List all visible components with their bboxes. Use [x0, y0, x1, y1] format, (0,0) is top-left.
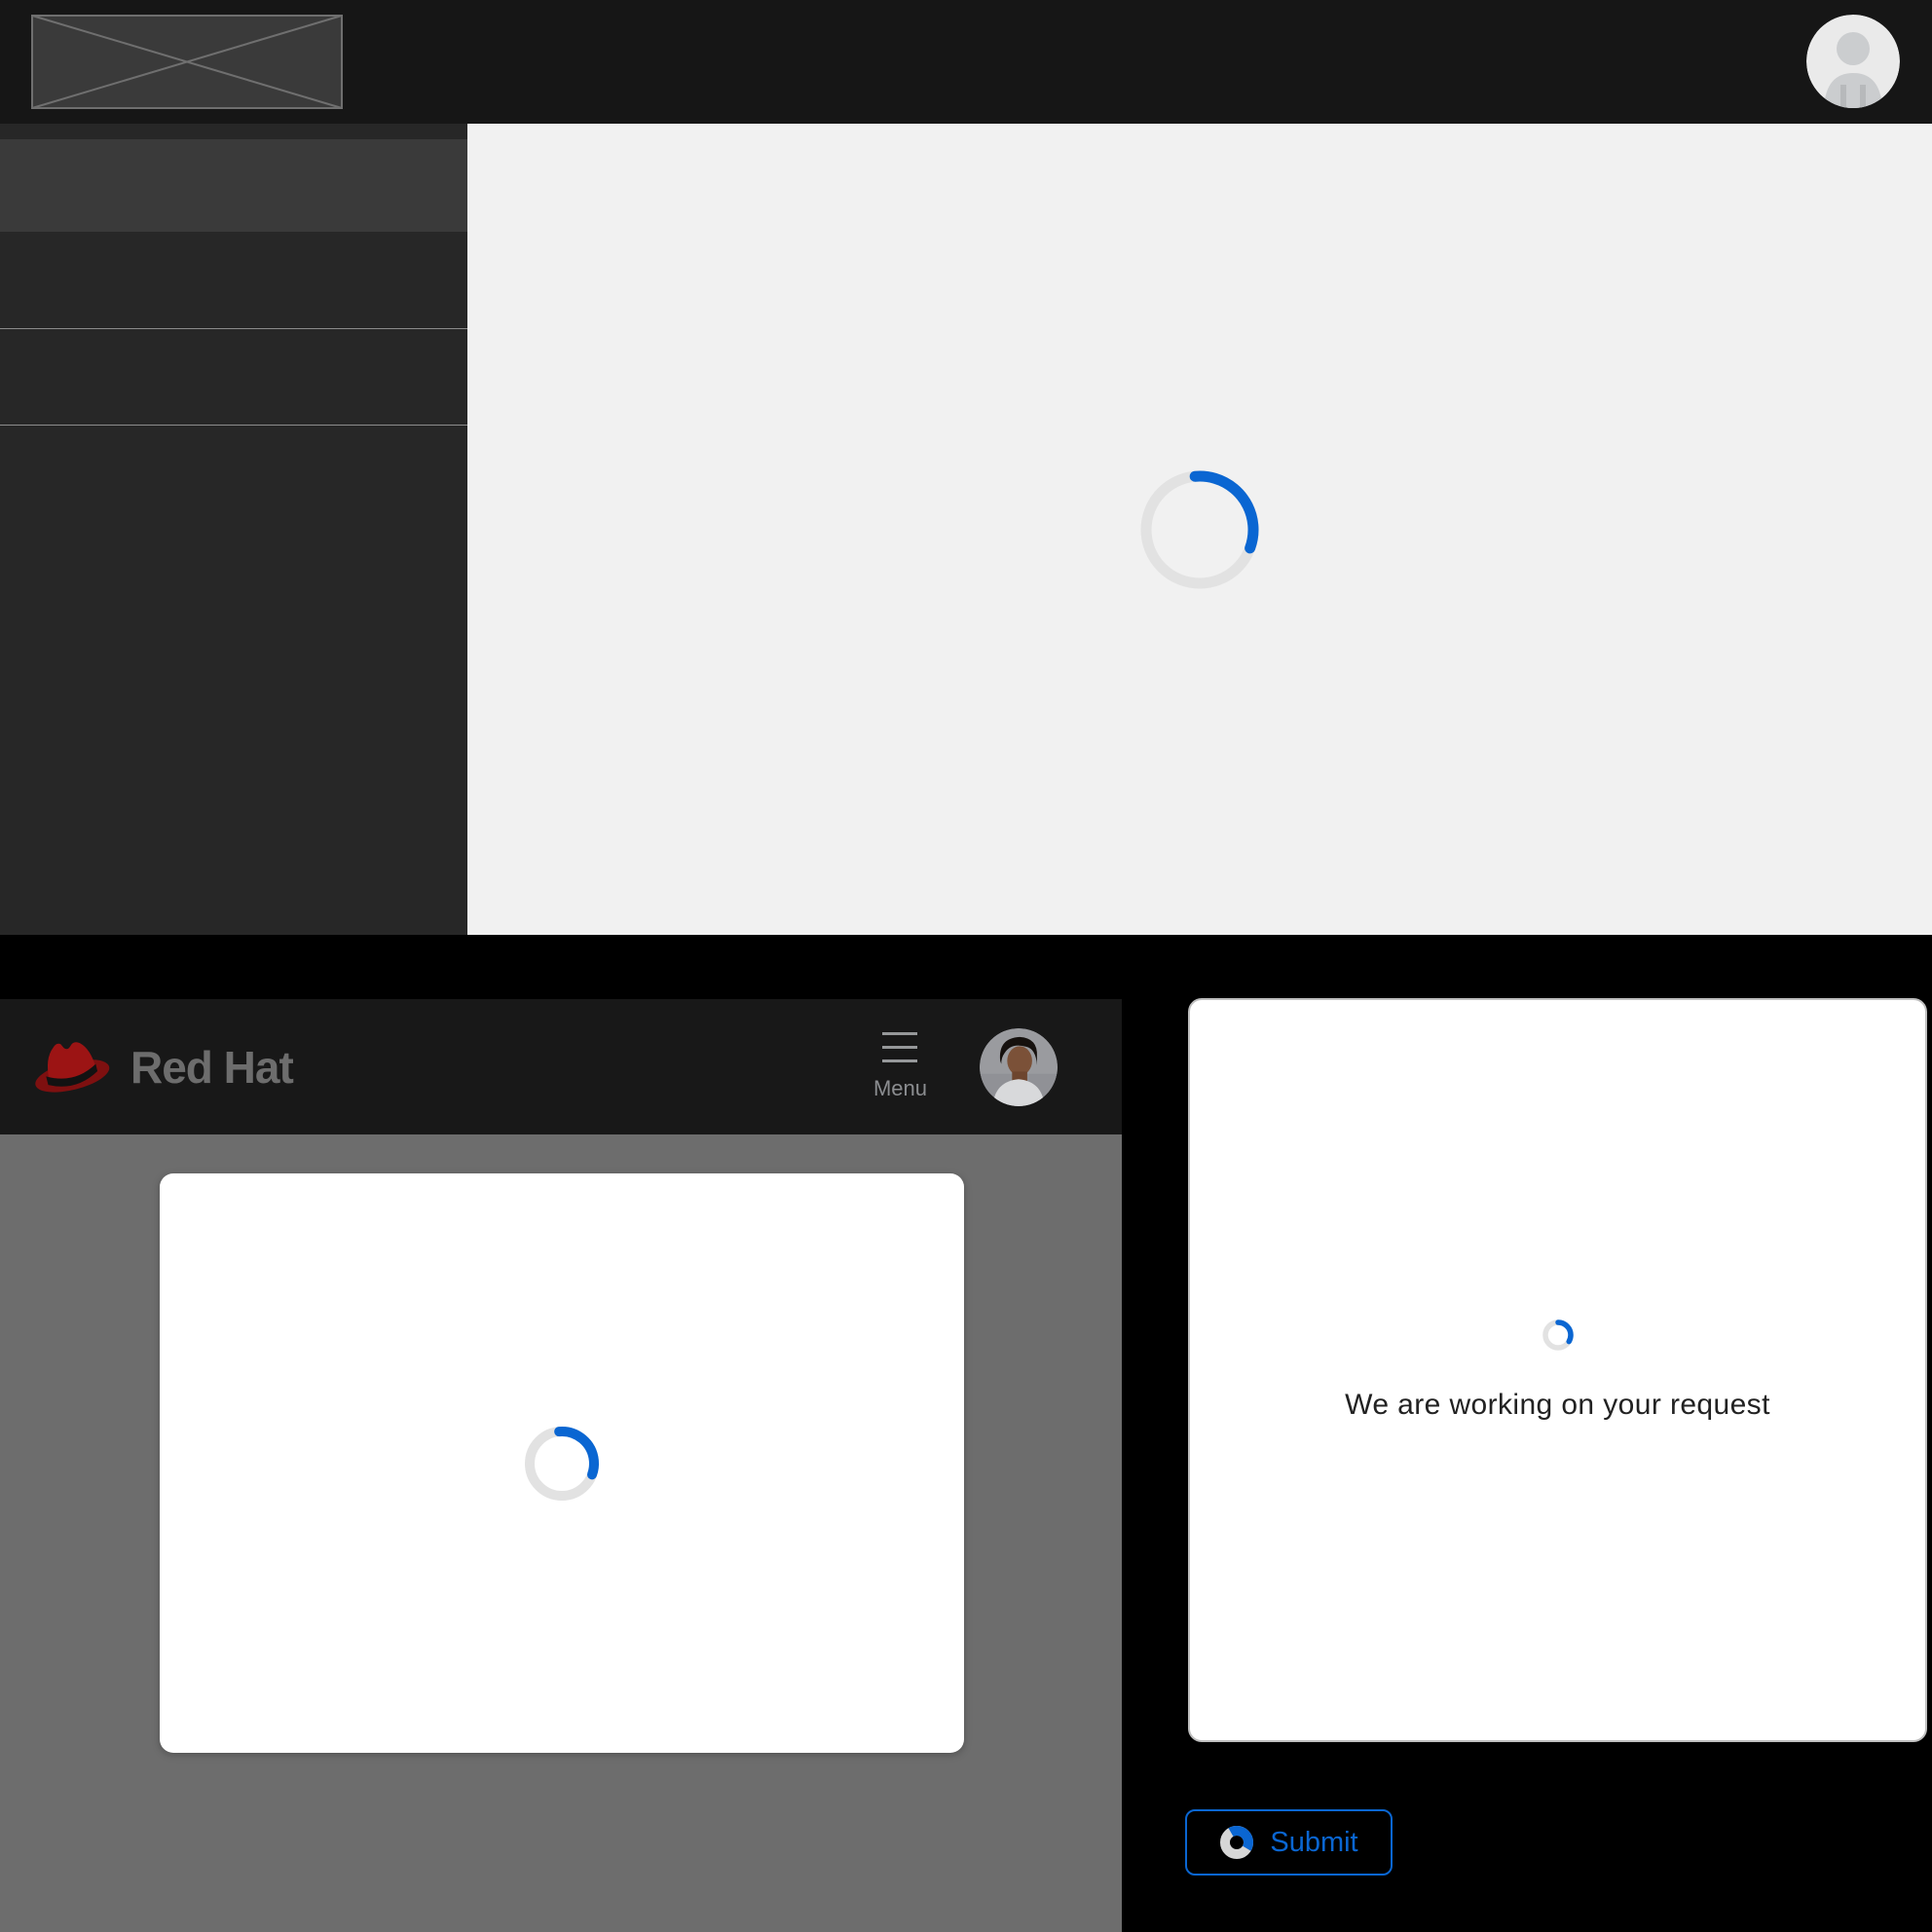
- sidebar-nav: [0, 124, 467, 935]
- bottom-section: Red Hat Menu: [0, 935, 1932, 1932]
- redhat-fedora-icon: [27, 1028, 115, 1106]
- request-progress-panel: We are working on your request: [1188, 998, 1927, 1742]
- user-avatar[interactable]: [1806, 15, 1900, 108]
- submit-button[interactable]: Submit: [1185, 1809, 1393, 1876]
- nav-item-2[interactable]: [0, 232, 467, 328]
- top-app: [0, 0, 1932, 935]
- nav-spacer: [0, 124, 467, 139]
- loading-spinner: [523, 1425, 601, 1503]
- user-photo-avatar[interactable]: [980, 1028, 1058, 1106]
- main-content-loading: [467, 124, 1932, 935]
- submit-button-label: Submit: [1270, 1827, 1357, 1859]
- screen: Red Hat Menu: [0, 0, 1932, 1932]
- redhat-page-content: [0, 1134, 1122, 1932]
- loading-spinner: [1139, 469, 1260, 590]
- loading-spinner: [1219, 1825, 1254, 1860]
- nav-item-1[interactable]: [0, 139, 467, 232]
- nav-item-3[interactable]: [0, 329, 467, 425]
- hamburger-icon: [882, 1032, 917, 1062]
- brand-placeholder[interactable]: [31, 15, 343, 109]
- redhat-logo[interactable]: Red Hat: [27, 1028, 293, 1106]
- loading-spinner: [1542, 1319, 1575, 1352]
- top-masthead: [0, 0, 1932, 124]
- image-placeholder-icon: [31, 15, 343, 109]
- loading-card: [160, 1173, 964, 1753]
- nav-divider: [0, 425, 467, 426]
- menu-label: Menu: [873, 1076, 927, 1101]
- redhat-mini-app: Red Hat Menu: [0, 999, 1122, 1932]
- redhat-masthead: Red Hat Menu: [0, 999, 1122, 1134]
- user-photo-icon: [980, 1028, 1058, 1106]
- request-message: We are working on your request: [1345, 1389, 1770, 1422]
- masthead-controls: Menu: [873, 1028, 1058, 1106]
- redhat-logo-text: Red Hat: [130, 1041, 293, 1094]
- user-silhouette-icon: [1806, 15, 1900, 108]
- menu-toggle-button[interactable]: Menu: [873, 1032, 927, 1101]
